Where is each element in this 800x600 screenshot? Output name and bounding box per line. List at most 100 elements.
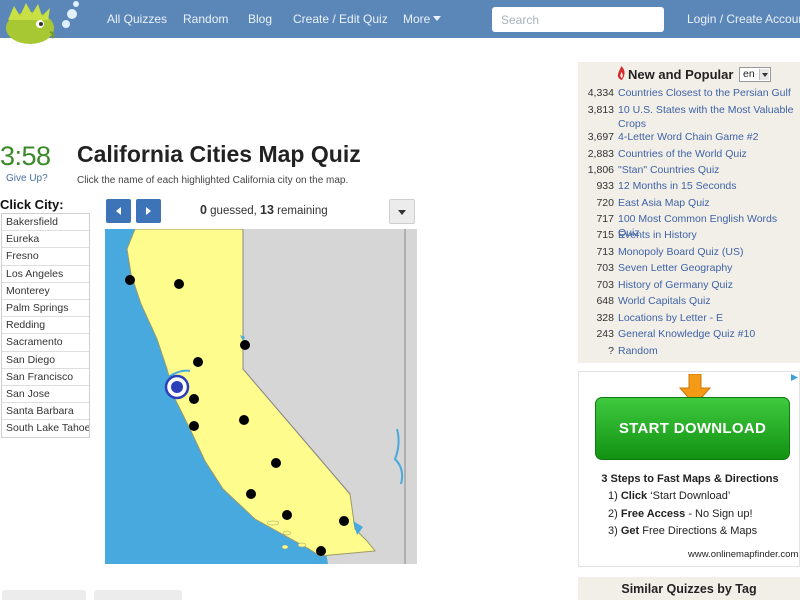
quiz-link[interactable]: 10 U.S. States with the Most Valuable Cr… xyxy=(618,104,800,131)
ad-url: www.onlinemapfinder.com xyxy=(688,549,799,560)
guessed-count: 0 xyxy=(200,203,207,217)
city-marker[interactable] xyxy=(193,357,203,367)
city-option[interactable]: South Lake Tahoe xyxy=(2,420,89,438)
city-marker[interactable] xyxy=(316,546,326,556)
quiz-link[interactable]: History of Germany Quiz xyxy=(618,279,800,293)
quiz-link[interactable]: World Capitals Quiz xyxy=(618,295,800,309)
city-option[interactable]: Fresno xyxy=(2,248,89,266)
city-list: Bakersfield Eureka Fresno Los Angeles Mo… xyxy=(1,213,90,439)
channel-island xyxy=(266,520,280,526)
ad-heading: 3 Steps to Fast Maps & Directions xyxy=(601,473,779,485)
play-count: 2,883 xyxy=(587,148,614,160)
play-count: 703 xyxy=(596,279,614,291)
city-option[interactable]: San Diego xyxy=(2,351,89,369)
play-count: 715 xyxy=(596,229,614,241)
city-marker[interactable] xyxy=(189,394,199,404)
city-marker[interactable] xyxy=(339,516,349,526)
play-count: 720 xyxy=(596,197,614,209)
play-count: 713 xyxy=(596,246,614,258)
ad-step-bold: Get xyxy=(620,525,640,537)
play-count: 3,813 xyxy=(587,104,614,116)
quiz-link[interactable]: Random xyxy=(618,345,800,359)
nav-random[interactable]: Random xyxy=(183,12,228,26)
quiz-link[interactable]: General Knowledge Quiz #10 xyxy=(618,328,800,342)
give-up-link[interactable]: Give Up? xyxy=(6,173,48,184)
quiz-link[interactable]: Countries of the World Quiz xyxy=(618,148,800,162)
language-value: en xyxy=(743,68,755,80)
guess-status: 0 guessed, 13 remaining xyxy=(200,203,328,217)
bottom-action-button[interactable] xyxy=(2,590,86,600)
nav-create-edit-quiz[interactable]: Create / Edit Quiz xyxy=(293,12,388,26)
play-count: 717 xyxy=(596,213,614,225)
quiz-timer: 3:58 xyxy=(0,141,51,171)
quiz-link[interactable]: 4-Letter Word Chain Game #2 xyxy=(618,131,800,145)
quiz-link[interactable]: Events in History xyxy=(618,229,800,243)
city-marker[interactable] xyxy=(174,279,184,289)
ad-choices-icon[interactable] xyxy=(790,373,799,382)
city-marker[interactable] xyxy=(240,340,250,350)
options-dropdown-button[interactable] xyxy=(389,199,415,224)
quiz-link[interactable]: "Stan" Countries Quiz xyxy=(618,164,800,178)
city-option[interactable]: Redding xyxy=(2,317,89,335)
guessed-text: guessed, xyxy=(206,205,261,217)
city-option[interactable]: Sacramento xyxy=(2,334,89,352)
quiz-link[interactable]: 12 Months in 15 Seconds xyxy=(618,180,800,194)
next-button[interactable] xyxy=(136,199,161,223)
nav-login-create-account[interactable]: Login / Create Account xyxy=(687,12,800,26)
quiz-link[interactable]: Countries Closest to the Persian Gulf xyxy=(618,87,800,101)
previous-button[interactable] xyxy=(106,199,131,223)
city-marker[interactable] xyxy=(246,489,256,499)
city-option[interactable]: Monterey xyxy=(2,282,89,300)
caret-down-icon xyxy=(398,210,406,215)
nav-all-quizzes[interactable]: All Quizzes xyxy=(107,12,167,26)
play-count: 648 xyxy=(596,295,614,307)
ad-step-text: - No Sign up! xyxy=(685,508,753,520)
ad-step: 3) Get Free Directions & Maps xyxy=(608,525,758,537)
click-city-label: Click City: xyxy=(0,197,64,212)
play-count: 328 xyxy=(596,312,614,324)
page-title: California Cities Map Quiz xyxy=(77,141,361,167)
highlighted-city-target-icon[interactable] xyxy=(164,374,190,400)
city-marker[interactable] xyxy=(282,510,292,520)
quiz-link[interactable]: Seven Letter Geography xyxy=(618,262,800,276)
ad-step-text: ‘Start Download’ xyxy=(647,490,731,502)
similar-quizzes-title: Similar Quizzes by Tag xyxy=(621,582,757,596)
city-option[interactable]: Palm Springs xyxy=(2,299,89,318)
quiz-link[interactable]: East Asia Map Quiz xyxy=(618,197,800,211)
site-logo[interactable] xyxy=(0,0,90,52)
ad-step-bold: Click xyxy=(620,490,648,502)
channel-island xyxy=(281,544,289,550)
nav-more-menu[interactable]: More xyxy=(403,12,442,26)
quiz-link[interactable]: Locations by Letter - E xyxy=(618,312,800,326)
city-option[interactable]: San Jose xyxy=(2,385,89,404)
city-option[interactable]: Santa Barbara xyxy=(2,403,89,421)
channel-island xyxy=(297,542,307,548)
city-marker[interactable] xyxy=(271,458,281,468)
play-count: ? xyxy=(608,345,614,357)
play-count: 4,334 xyxy=(587,87,614,99)
city-marker[interactable] xyxy=(239,415,249,425)
city-marker[interactable] xyxy=(189,421,199,431)
city-option[interactable]: Eureka xyxy=(2,231,89,249)
chevron-down-icon xyxy=(759,69,769,80)
ad-step: 2) Free Access - No Sign up! xyxy=(608,508,753,520)
caret-down-icon xyxy=(433,16,442,21)
city-marker[interactable] xyxy=(125,275,135,285)
play-count: 243 xyxy=(596,328,614,340)
quiz-link[interactable]: Monopoly Board Quiz (US) xyxy=(618,246,800,260)
california-map[interactable] xyxy=(105,229,417,564)
ad-step-text: Free Directions & Maps xyxy=(639,525,758,537)
city-option[interactable]: Bakersfield xyxy=(2,214,89,232)
remaining-count: 13 xyxy=(260,203,274,217)
city-option[interactable]: Los Angeles xyxy=(2,265,89,283)
quiz-instructions: Click the name of each highlighted Calif… xyxy=(77,175,349,186)
language-select[interactable]: en xyxy=(739,67,771,82)
new-popular-title: New and Popular xyxy=(628,67,734,82)
search-input[interactable] xyxy=(492,7,664,32)
play-count: 1,806 xyxy=(587,164,614,176)
bottom-action-button[interactable] xyxy=(94,590,182,600)
city-option[interactable]: San Francisco xyxy=(2,368,89,386)
start-download-button[interactable]: START DOWNLOAD xyxy=(595,397,790,460)
nav-blog[interactable]: Blog xyxy=(248,12,272,26)
play-count: 933 xyxy=(596,180,614,192)
